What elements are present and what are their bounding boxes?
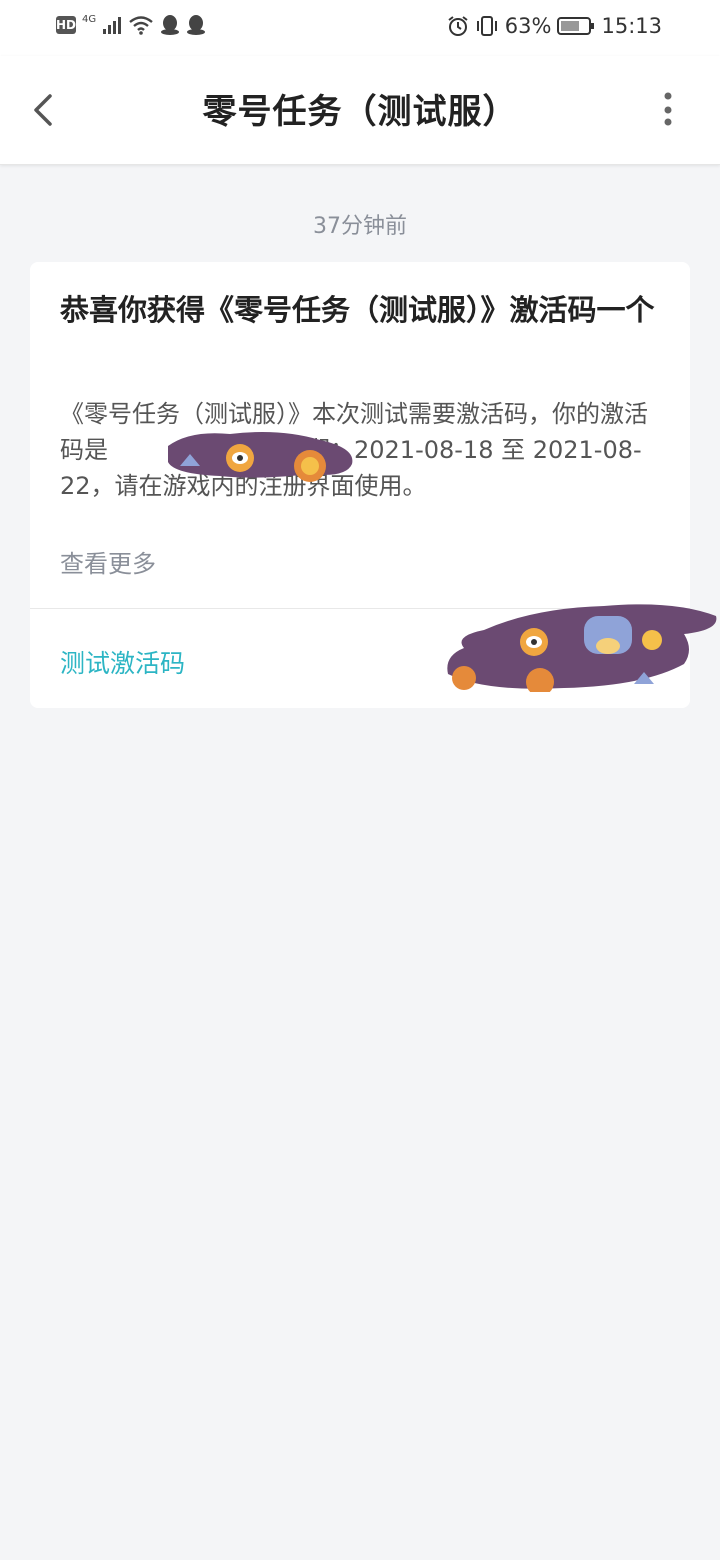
status-bar: HD 4G 63% 15:13 [0,0,720,56]
battery-percent: 63% [504,14,552,38]
page-title: 零号任务（测试服） [202,92,518,132]
message-title: 恭喜你获得《零号任务（测试服）》激活码一个 [60,293,655,327]
redaction-sticker [168,432,353,482]
test-activation-code-link[interactable]: 测试激活码 [60,644,185,680]
status-right-icons: 63% 15:13 [447,14,662,38]
message-timestamp: 37分钟前 [313,214,407,239]
message-body: 《零号任务（测试服）》本次测试需要激活码，你的激活码是 有效期：2021-08-1… [60,396,670,504]
alarm-icon [448,16,468,36]
hd-badge: HD [56,16,77,34]
more-options-button[interactable] [656,92,680,128]
more-vertical-icon [664,92,672,126]
app-header: 零号任务（测试服） [0,56,720,165]
redaction-sticker [447,604,717,692]
qq-icon [161,15,180,35]
battery-icon [557,17,595,35]
network-type: 4G [82,13,97,25]
signal-icon [103,17,122,34]
qq-icon [187,15,206,35]
wifi-icon [129,16,153,35]
vibrate-icon [476,16,497,36]
status-left-icons: HD 4G [56,14,206,36]
see-more-link[interactable]: 查看更多 [60,544,156,579]
clock: 15:13 [601,14,662,38]
